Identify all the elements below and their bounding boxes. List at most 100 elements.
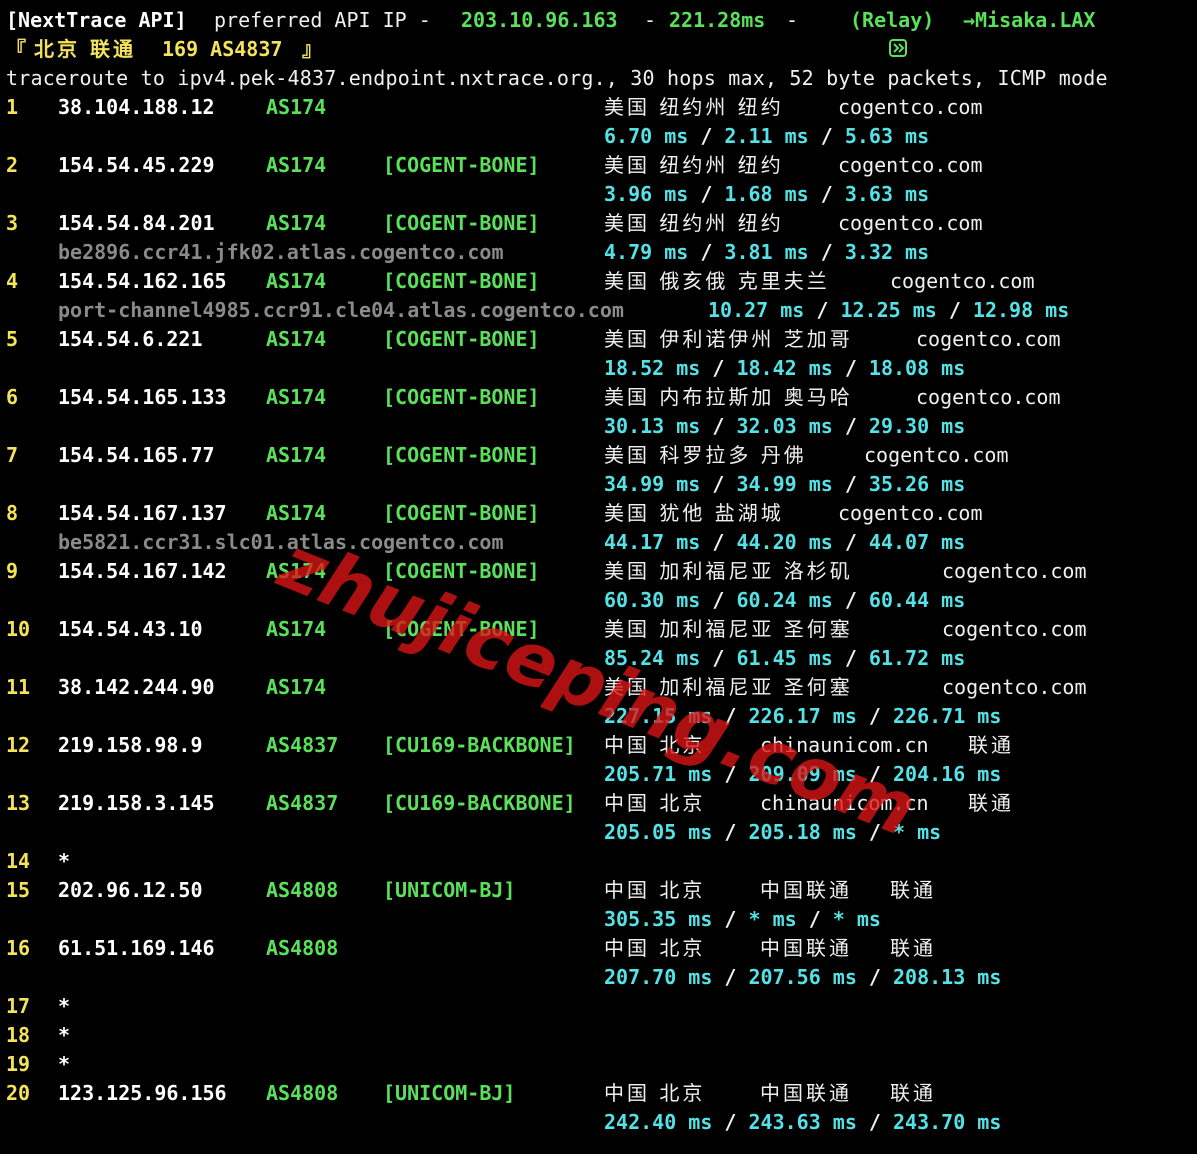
latency-separator: / <box>700 588 737 612</box>
hop-ip: * <box>58 1052 71 1076</box>
hop-tag: [COGENT-BONE] <box>383 211 540 235</box>
hop-tag: [CU169-BACKBONE] <box>383 791 576 815</box>
hop-number: 18 <box>6 1023 31 1047</box>
latency-value: 30.13 ms <box>604 414 701 438</box>
hop-ip: 61.51.169.146 <box>58 936 215 960</box>
latency-value: 60.44 ms <box>868 588 966 612</box>
latency-separator: / <box>832 646 869 670</box>
latency-separator: / <box>808 240 845 264</box>
latency-separator: / <box>700 530 737 554</box>
hop-ip: 38.104.188.12 <box>58 95 215 119</box>
hop-asn: AS174 <box>266 675 327 699</box>
latency-value: 3.63 ms <box>844 182 930 206</box>
latency-separator: / <box>832 414 869 438</box>
latency-value: 226.71 ms <box>893 704 1002 728</box>
latency-separator: / <box>712 762 749 786</box>
target-line: 『 北京 联通 169 AS4837 』 <box>6 35 322 64</box>
hop-number: 2 <box>6 153 19 177</box>
hop-ip: 38.142.244.90 <box>58 675 215 699</box>
hop-tag: [UNICOM-BJ] <box>383 1081 516 1105</box>
hop-ip: 154.54.165.77 <box>58 443 215 467</box>
hop-domain: cogentco.com <box>942 617 1087 641</box>
latency-separator: / <box>700 414 737 438</box>
latency-separator: / <box>936 298 973 322</box>
latency-separator: / <box>856 965 893 989</box>
hop-domain: 中国联通 <box>760 878 852 902</box>
hop-isp: 联通 <box>968 733 1014 757</box>
hop-number: 15 <box>6 878 31 902</box>
hop-ip: 202.96.12.50 <box>58 878 203 902</box>
latency-value: 305.35 ms <box>604 907 713 931</box>
latency-value: 6.70 ms <box>604 124 689 148</box>
latency-value: 1.68 ms <box>724 182 809 206</box>
latency-separator: / <box>856 820 893 844</box>
hop-asn: AS174 <box>266 327 327 351</box>
hop-asn: AS174 <box>266 211 327 235</box>
hop-asn: AS4837 <box>266 733 339 757</box>
latency-value: 18.52 ms <box>604 356 701 380</box>
hop-tag: [COGENT-BONE] <box>383 617 540 641</box>
hop-asn: AS174 <box>266 95 327 119</box>
hop-number: 11 <box>6 675 31 699</box>
target-bracket-open: 『 <box>6 37 29 61</box>
api-ip: 203.10.96.163 <box>461 8 618 32</box>
hop-number: 19 <box>6 1052 31 1076</box>
latency-value: 208.13 ms <box>893 965 1002 989</box>
hop-number: 3 <box>6 211 19 235</box>
latency-separator: / <box>856 704 893 728</box>
latency-separator: / <box>832 472 869 496</box>
hop-geo: 美国 伊利诺伊州 芝加哥 <box>604 327 853 351</box>
latency-value: 3.96 ms <box>604 182 689 206</box>
hop-number: 17 <box>6 994 31 1018</box>
hop-ip: 154.54.162.165 <box>58 269 227 293</box>
hop-latencies: 205.05 ms / 205.18 ms / * ms <box>604 818 941 847</box>
latency-value: 3.81 ms <box>724 240 809 264</box>
hop-domain: chinaunicom.cn <box>760 733 929 757</box>
latency-value: 60.24 ms <box>736 588 833 612</box>
hop-domain: 中国联通 <box>760 1081 852 1105</box>
hop-ip: 154.54.167.142 <box>58 559 227 583</box>
api-label: [NextTrace API] <box>6 8 187 32</box>
api-header-line: [NextTrace API] preferred API IP - 203.1… <box>6 6 1095 57</box>
hop-geo: 美国 纽约州 纽约 <box>604 153 784 177</box>
latency-separator: / <box>688 182 725 206</box>
latency-value: 85.24 ms <box>604 646 701 670</box>
hop-isp: 联通 <box>890 878 936 902</box>
latency-separator: / <box>832 530 869 554</box>
target-bracket-close: 』 <box>302 37 325 61</box>
header-separator: - <box>786 8 799 32</box>
hop-number: 8 <box>6 501 19 525</box>
traceroute-info: traceroute to ipv4.pek-4837.endpoint.nxt… <box>6 66 1108 90</box>
hop-domain: cogentco.com <box>838 95 983 119</box>
hop-isp: 联通 <box>890 1081 936 1105</box>
latency-value: 205.05 ms <box>604 820 713 844</box>
hop-latencies: 10.27 ms / 12.25 ms / 12.98 ms <box>708 296 1069 325</box>
latency-value: 209.09 ms <box>748 762 857 786</box>
hop-asn: AS174 <box>266 501 327 525</box>
latency-separator: / <box>712 820 749 844</box>
hop-ip: 154.54.84.201 <box>58 211 215 235</box>
hop-number: 6 <box>6 385 19 409</box>
hop-domain: cogentco.com <box>942 675 1087 699</box>
hop-asn: AS4837 <box>266 791 339 815</box>
hop-geo: 美国 纽约州 纽约 <box>604 211 784 235</box>
hop-ip: 154.54.45.229 <box>58 153 215 177</box>
hop-ip: * <box>58 994 71 1018</box>
hop-domain: cogentco.com <box>838 153 983 177</box>
hop-tag: [COGENT-BONE] <box>383 559 540 583</box>
latency-separator: / <box>700 646 737 670</box>
latency-value: 10.27 ms <box>708 298 805 322</box>
hop-geo: 美国 科罗拉多 丹佛 <box>604 443 807 467</box>
api-latency: 221.28ms <box>669 8 766 32</box>
latency-value: 35.26 ms <box>868 472 966 496</box>
hop-domain: chinaunicom.cn <box>760 791 929 815</box>
latency-value: 12.25 ms <box>840 298 937 322</box>
hop-number: 4 <box>6 269 19 293</box>
relay-text: (Relay) <box>850 8 935 32</box>
latency-value: 29.30 ms <box>868 414 966 438</box>
latency-value: 227.15 ms <box>604 704 713 728</box>
latency-value: 205.71 ms <box>604 762 713 786</box>
hop-geo: 美国 内布拉斯加 奥马哈 <box>604 385 853 409</box>
latency-separator: / <box>712 1110 749 1134</box>
hop-number: 14 <box>6 849 31 873</box>
